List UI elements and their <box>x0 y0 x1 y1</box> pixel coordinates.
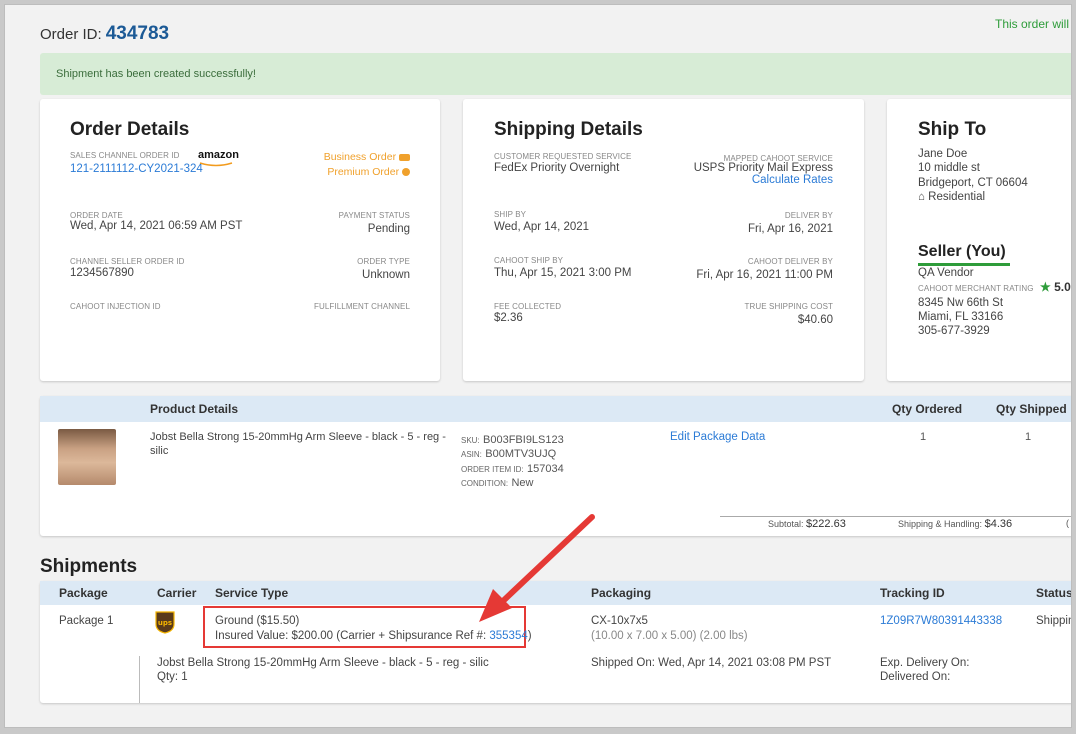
order-page: Order ID: 434783 This order will Shipment… <box>4 4 1072 728</box>
annotation-arrow <box>479 514 595 622</box>
